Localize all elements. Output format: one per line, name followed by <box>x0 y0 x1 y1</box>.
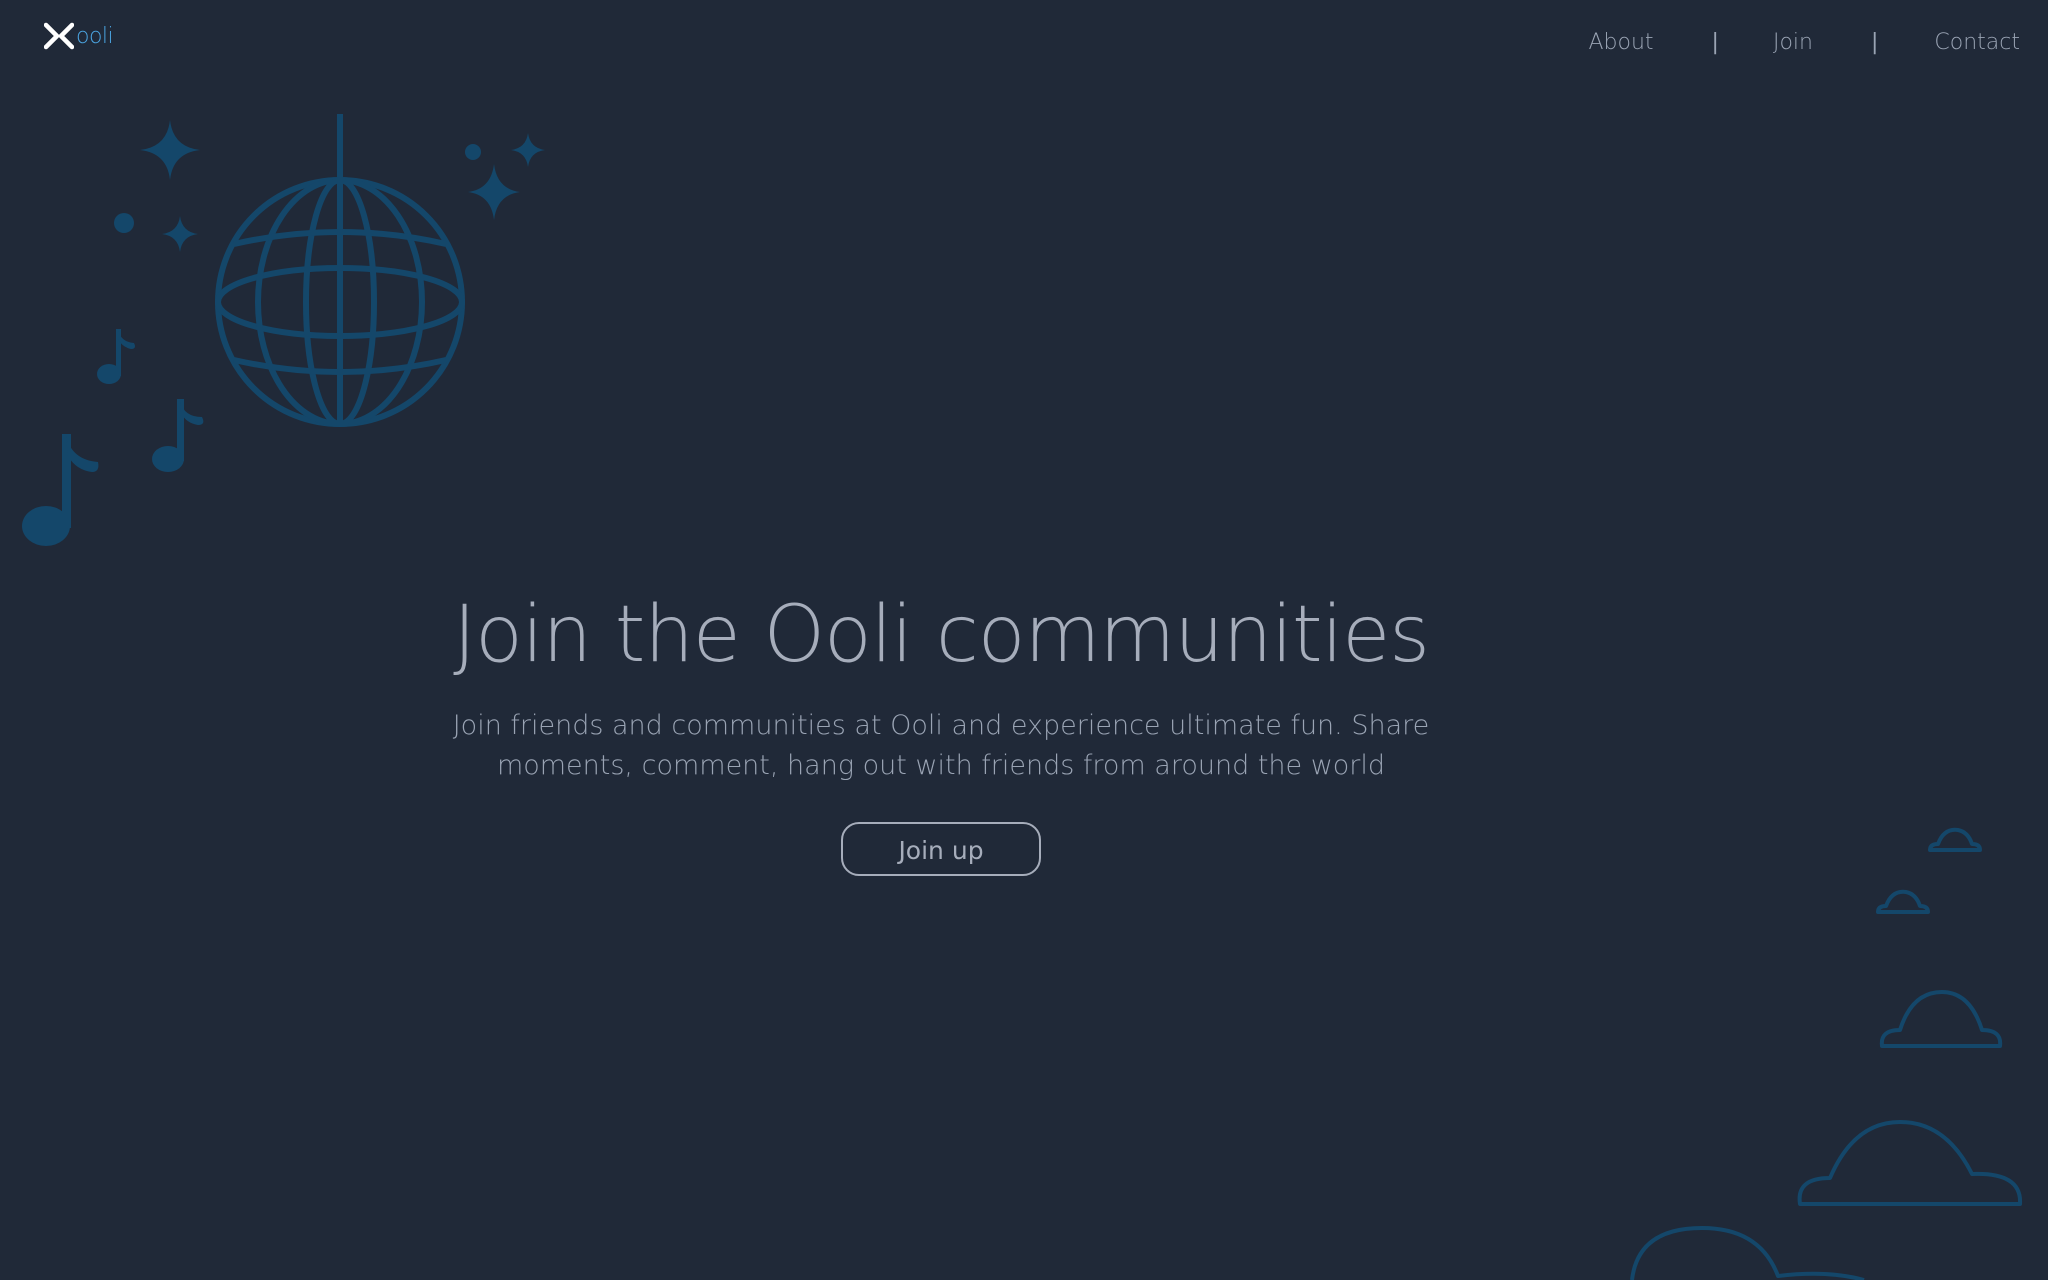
nav-separator: | <box>1870 30 1879 55</box>
logo-mark-icon <box>44 22 74 50</box>
top-nav: About | Join | Contact <box>1589 30 2021 55</box>
cloud-icon <box>1630 1226 1865 1280</box>
hero-section: Join the Ooli communities Join friends a… <box>0 580 1882 876</box>
hero-title: Join the Ooli communities <box>453 590 1430 680</box>
join-up-button[interactable]: Join up <box>841 822 1041 876</box>
nav-link-join[interactable]: Join <box>1773 30 1813 55</box>
sparkle-dot-icon <box>465 144 481 160</box>
nav-link-contact[interactable]: Contact <box>1934 30 2020 55</box>
nav-separator: | <box>1711 30 1719 55</box>
sparkle-icon <box>140 120 200 180</box>
sparkle-icon <box>511 133 545 167</box>
music-note-icon <box>152 399 204 472</box>
cloud-icon <box>1876 889 1930 914</box>
cloud-icon <box>1797 1120 2023 1206</box>
nav-link-about[interactable]: About <box>1589 30 1654 55</box>
sparkle-icon <box>162 216 198 252</box>
sparkle-icon <box>468 164 520 220</box>
landing-page: ooli About | Join | Contact Join the Ool… <box>0 0 2048 1280</box>
logo[interactable]: ooli <box>44 22 114 50</box>
cloud-icon <box>1928 827 1982 852</box>
disco-ball-icon <box>215 114 465 427</box>
music-note-icon <box>22 434 99 546</box>
cloud-icon <box>1879 990 2003 1048</box>
sparkle-dot-icon <box>114 213 134 233</box>
logo-text: ooli <box>76 23 114 49</box>
hero-subtitle: Join friends and communities at Ooli and… <box>452 710 1430 781</box>
music-note-icon <box>97 329 135 384</box>
